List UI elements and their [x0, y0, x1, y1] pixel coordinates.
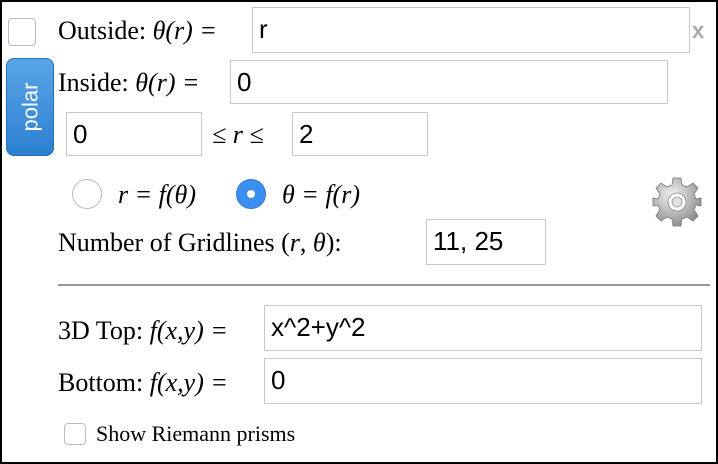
range-label: ≤ r ≤	[212, 120, 264, 149]
top-label: 3D Top: f(x,y) =	[58, 316, 228, 346]
riemann-label: Show Riemann prisms	[96, 421, 296, 446]
outside-prefix: Outside:	[58, 16, 153, 45]
outside-input[interactable]: r	[252, 7, 690, 53]
close-icon[interactable]: x	[692, 18, 704, 44]
gridlines-sep: ,	[299, 228, 313, 257]
range-max-input[interactable]: 2	[292, 112, 428, 156]
outside-func: θ(r) =	[152, 16, 217, 45]
radio-r-func-theta-label: r = f(θ)	[118, 180, 196, 209]
riemann-checkbox[interactable]	[64, 423, 86, 445]
top-func: f(x,y) =	[149, 316, 228, 345]
inside-input[interactable]: 0	[230, 60, 668, 104]
top-prefix: 3D Top:	[58, 316, 150, 345]
gridlines-var-r: r	[289, 228, 300, 257]
gridlines-suffix: ):	[325, 228, 342, 257]
enable-checkbox[interactable]	[8, 18, 36, 46]
bottom-label: Bottom: f(x,y) =	[58, 368, 228, 398]
polar-button-label: polar	[17, 82, 43, 132]
range-min-input[interactable]: 0	[66, 112, 202, 156]
section-divider	[58, 284, 710, 286]
outside-label: Outside: θ(r) =	[58, 16, 217, 46]
inside-func: θ(r) =	[135, 68, 200, 97]
top-input[interactable]: x^2+y^2	[264, 305, 702, 351]
inside-prefix: Inside:	[58, 68, 136, 97]
gear-icon[interactable]	[652, 177, 702, 227]
radio-r-func-theta[interactable]	[72, 179, 102, 209]
gridlines-input[interactable]: 11, 25	[426, 219, 546, 265]
gridlines-var-theta: θ	[312, 228, 326, 257]
bottom-prefix: Bottom:	[58, 368, 150, 397]
gridlines-prefix: Number of Gridlines (	[58, 228, 290, 257]
gridlines-label: Number of Gridlines (r, θ):	[58, 228, 342, 258]
inside-label: Inside: θ(r) =	[58, 68, 200, 98]
bottom-func: f(x,y) =	[149, 368, 228, 397]
bottom-input[interactable]: 0	[264, 358, 702, 404]
radio-theta-func-r[interactable]	[236, 179, 266, 209]
polar-button[interactable]: polar	[6, 58, 54, 156]
radio-theta-func-r-label: θ = f(r)	[282, 180, 360, 209]
